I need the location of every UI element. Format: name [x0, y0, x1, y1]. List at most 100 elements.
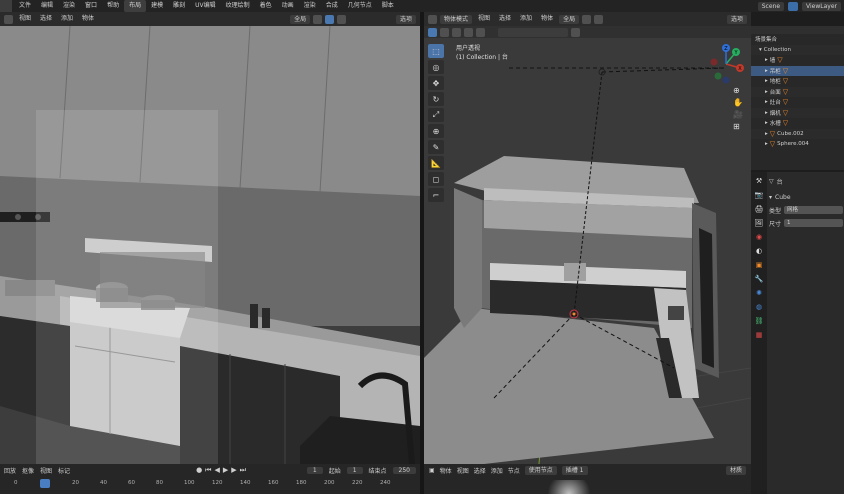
outliner-row[interactable]: 场景集合	[751, 34, 844, 45]
perspective-toggle-icon[interactable]: ⊞	[733, 122, 743, 131]
select-invert-icon[interactable]	[464, 27, 473, 37]
menu-help[interactable]: 帮助	[102, 0, 124, 12]
proportional-icon[interactable]	[594, 14, 604, 24]
workspace-tab-compositing[interactable]: 合成	[321, 0, 343, 12]
shader-menu-node[interactable]: 节点	[508, 466, 520, 475]
workspace-tab-sculpt[interactable]: 雕刻	[168, 0, 190, 12]
render-tab-icon[interactable]: 📷	[754, 190, 764, 200]
left-menu-view[interactable]: 视图	[16, 14, 34, 24]
modifier-tab-icon[interactable]: 🔧	[754, 274, 764, 284]
current-frame-field[interactable]: 1	[306, 466, 323, 474]
outliner-row[interactable]: ▸ 台面 ▽	[751, 86, 844, 97]
texture-tab-icon[interactable]: ▦	[754, 330, 764, 340]
shader-menu-object[interactable]: 物体	[440, 466, 452, 475]
workspace-tab-rendering[interactable]: 渲染	[299, 0, 321, 12]
editor-type-icon[interactable]	[428, 14, 437, 24]
editor-type-icon[interactable]	[4, 14, 13, 24]
timeline-menu-playback[interactable]: 回放	[4, 466, 16, 475]
scene-tab-icon[interactable]: ◉	[754, 232, 764, 242]
select-box-icon[interactable]	[428, 27, 437, 37]
jump-start-icon[interactable]: ⏮	[205, 466, 211, 475]
shading-material-icon[interactable]	[337, 14, 347, 24]
timeline-ruler[interactable]: 0 20 40 60 80 100 120 140 160 180 200 22…	[0, 478, 420, 488]
right-menu-object[interactable]: 物体	[538, 14, 556, 24]
workspace-tab-animation[interactable]: 动画	[277, 0, 299, 12]
camera-view-icon[interactable]: 🎥	[733, 110, 743, 119]
timeline-menu-keying[interactable]: 抠像	[22, 466, 34, 475]
cursor-tool-icon[interactable]: ◎	[428, 60, 444, 74]
workspace-tab-uv[interactable]: UV编辑	[190, 0, 221, 12]
add-cube-tool-icon[interactable]: ◻	[428, 172, 444, 186]
step-back-icon[interactable]: ◀	[214, 466, 219, 475]
outliner-row[interactable]: ▾ Collection	[751, 44, 844, 55]
zoom-icon[interactable]: ⊕	[733, 86, 743, 95]
left-menu-object[interactable]: 物体	[79, 14, 97, 24]
left-menu-add[interactable]: 添加	[58, 14, 76, 24]
outliner-row[interactable]: ▸ ▽ Sphere.004	[751, 139, 844, 150]
material-selector[interactable]: 材质	[725, 465, 746, 475]
pan-hand-icon[interactable]: ✋	[733, 98, 743, 107]
right-options-button[interactable]: 选项	[726, 14, 747, 24]
select-intersect-icon[interactable]	[476, 27, 485, 37]
outliner-row[interactable]: ▸ 水槽 ▽	[751, 118, 844, 129]
workspace-tab-texture[interactable]: 纹理绘制	[221, 0, 255, 12]
outliner-row[interactable]: ▸ 烟机 ▽	[751, 107, 844, 118]
tool-tab-icon[interactable]: ⚒	[754, 176, 764, 186]
blender-logo-icon[interactable]	[0, 0, 12, 12]
menu-file[interactable]: 文件	[14, 0, 36, 12]
shader-menu-view[interactable]: 视图	[457, 466, 469, 475]
workspace-tab-layout[interactable]: 布局	[124, 0, 147, 12]
timeline-menu-marker[interactable]: 标记	[58, 466, 70, 475]
extrude-tool-icon[interactable]: ⌐	[428, 188, 444, 202]
world-tab-icon[interactable]: ◐	[754, 246, 764, 256]
right-menu-add[interactable]: 添加	[517, 14, 535, 24]
particles-tab-icon[interactable]: ✺	[754, 288, 764, 298]
workspace-tab-modeling[interactable]: 建模	[146, 0, 168, 12]
workspace-tab-shading[interactable]: 着色	[255, 0, 277, 12]
transform-tool-icon[interactable]: ⊕	[428, 124, 444, 138]
shader-menu-select[interactable]: 选择	[474, 466, 486, 475]
start-frame-field[interactable]: 1	[346, 466, 363, 474]
outliner-row[interactable]: ▸ 吊柜 ▽	[751, 65, 844, 76]
material-slot-selector[interactable]: 插槽 1	[561, 465, 588, 475]
playhead[interactable]	[40, 479, 50, 488]
scale-tool-icon[interactable]: ⤢	[428, 108, 444, 122]
right-menu-select[interactable]: 选择	[496, 14, 514, 24]
shader-menu-add[interactable]: 添加	[491, 466, 503, 475]
view-layer-icon[interactable]	[788, 1, 799, 11]
constraints-tab-icon[interactable]: ⛓	[754, 316, 764, 326]
measure-tool-icon[interactable]: 📐	[428, 156, 444, 170]
use-nodes-toggle[interactable]: 使用节点	[524, 465, 557, 475]
physics-tab-icon[interactable]: ◍	[754, 302, 764, 312]
record-icon[interactable]: ●	[196, 466, 202, 475]
shading-solid-icon[interactable]	[325, 14, 335, 24]
view-layer-selector[interactable]: ViewLayer	[802, 1, 841, 11]
snap-icon[interactable]	[313, 14, 323, 24]
property-value[interactable]: 1	[784, 219, 843, 227]
left-options-button[interactable]: 选项	[395, 14, 416, 24]
snap-icon[interactable]	[582, 14, 592, 24]
mode-selector[interactable]: 物体模式	[440, 14, 473, 24]
shader-editor-type-icon[interactable]: ▣	[429, 467, 435, 474]
outliner-row[interactable]: ▸ 地柜 ▽	[751, 76, 844, 87]
outliner-row[interactable]: ▸ 灶台 ▽	[751, 97, 844, 108]
workspace-tab-scripting[interactable]: 脚本	[377, 0, 399, 12]
viewport-search-field[interactable]	[498, 27, 568, 37]
rotate-tool-icon[interactable]: ↻	[428, 92, 444, 106]
select-subtract-icon[interactable]	[452, 27, 461, 37]
object-name[interactable]: 台	[777, 177, 783, 186]
move-tool-icon[interactable]: ✥	[428, 76, 444, 90]
outliner-row[interactable]: ▸ ▽ Cube.002	[751, 128, 844, 139]
end-frame-field[interactable]: 250	[392, 466, 416, 474]
timeline-menu-view[interactable]: 视图	[40, 466, 52, 475]
property-value[interactable]: 网格	[784, 206, 843, 214]
view-layer-tab-icon[interactable]: 🖼	[754, 218, 764, 228]
menu-window[interactable]: 窗口	[80, 0, 102, 12]
left-menu-select[interactable]: 选择	[37, 14, 55, 24]
output-tab-icon[interactable]: 🖨	[754, 204, 764, 214]
right-menu-view[interactable]: 视图	[475, 14, 493, 24]
filter-icon[interactable]	[571, 27, 580, 37]
left-3d-viewport[interactable]	[0, 26, 420, 464]
play-icon[interactable]: ▶	[223, 466, 228, 475]
workspace-tab-geometry[interactable]: 几何节点	[343, 0, 377, 12]
